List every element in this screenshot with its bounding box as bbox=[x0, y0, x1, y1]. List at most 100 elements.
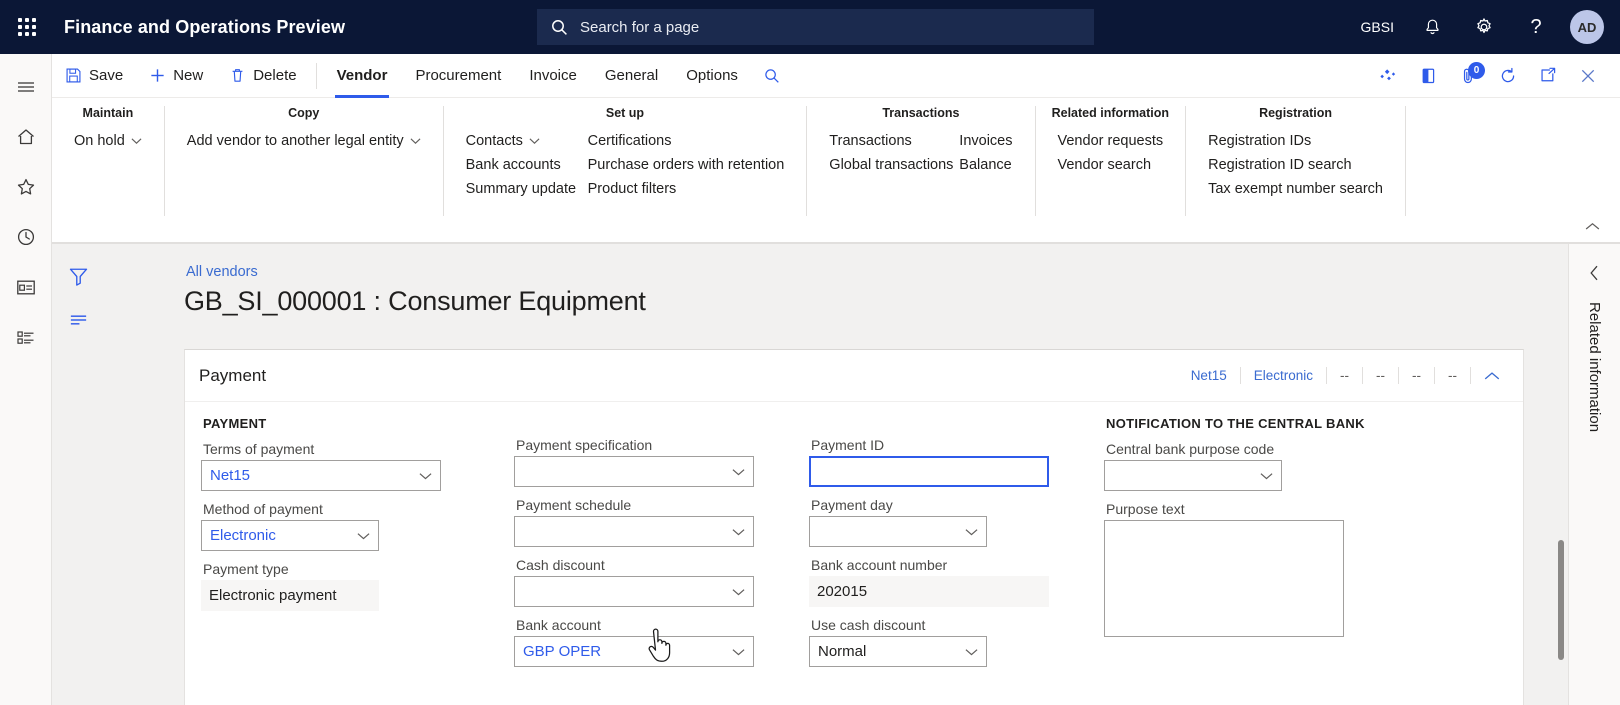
ribbon-item-contacts[interactable]: Contacts bbox=[458, 129, 580, 153]
global-search-input[interactable]: Search for a page bbox=[537, 9, 1094, 45]
ribbon-group-related-information: Related information Vendor requests Vend… bbox=[1036, 106, 1187, 216]
ribbon-item-vendor-search[interactable]: Vendor search bbox=[1050, 153, 1172, 177]
summary-terms-of-payment[interactable]: Net15 bbox=[1178, 367, 1241, 384]
office-icon[interactable] bbox=[1408, 54, 1448, 98]
chevron-down-icon bbox=[131, 138, 142, 144]
gear-icon[interactable] bbox=[1458, 0, 1510, 54]
open-in-new-window-icon[interactable] bbox=[1528, 54, 1568, 98]
payment-fasttab-summary: Net15 Electronic -- -- -- -- bbox=[1178, 361, 1507, 391]
ribbon-item-bank-accounts[interactable]: Bank accounts bbox=[458, 153, 580, 177]
question-mark-icon[interactable]: ? bbox=[1510, 0, 1562, 54]
use-cash-discount-combobox[interactable]: Normal bbox=[809, 636, 987, 667]
ribbon-item-product-filters[interactable]: Product filters bbox=[580, 177, 793, 201]
field-label: Terms of payment bbox=[203, 441, 315, 457]
ribbon-group-set-up: Set up Contacts Bank accounts Summary up… bbox=[444, 106, 808, 216]
ribbon-group-registration: Registration Registration IDs Registrati… bbox=[1186, 106, 1406, 216]
payment-day-combobox[interactable] bbox=[809, 516, 987, 547]
payment-schedule-combobox[interactable] bbox=[514, 516, 754, 547]
ribbon-item-summary-update[interactable]: Summary update bbox=[458, 177, 580, 201]
ribbon-group-title: Registration bbox=[1259, 106, 1333, 120]
chevron-down-icon bbox=[732, 583, 745, 600]
ribbon-item-label: Add vendor to another legal entity bbox=[186, 133, 404, 149]
ribbon-item-registration-ids[interactable]: Registration IDs bbox=[1200, 129, 1391, 153]
close-icon[interactable] bbox=[1568, 54, 1608, 98]
avatar[interactable]: AD bbox=[1570, 10, 1604, 44]
field-value: Normal bbox=[818, 643, 867, 660]
attachments-icon[interactable]: 0 bbox=[1448, 54, 1488, 98]
top-navigation-bar: Finance and Operations Preview Search fo… bbox=[0, 0, 1620, 54]
topbar-actions: GBSI ? AD bbox=[1349, 0, 1620, 54]
central-bank-purpose-code-combobox[interactable] bbox=[1104, 460, 1282, 491]
ribbon-item-purchase-orders-with-retention[interactable]: Purchase orders with retention bbox=[580, 153, 793, 177]
save-button[interactable]: Save bbox=[52, 54, 136, 98]
method-of-payment-combobox[interactable]: Electronic bbox=[201, 520, 379, 551]
bell-icon[interactable] bbox=[1406, 0, 1458, 54]
related-information-label[interactable]: Related information bbox=[1586, 302, 1603, 432]
delete-button[interactable]: Delete bbox=[216, 54, 309, 98]
tab-options[interactable]: Options bbox=[672, 54, 752, 98]
workspaces-icon[interactable] bbox=[0, 262, 52, 312]
ribbon-item-transactions[interactable]: Transactions bbox=[821, 129, 951, 153]
tab-general[interactable]: General bbox=[591, 54, 672, 98]
ribbon-item-add-vendor-to-another-legal-entity[interactable]: Add vendor to another legal entity bbox=[179, 129, 429, 153]
power-bi-icon[interactable] bbox=[1368, 54, 1408, 98]
payment-fasttab-header[interactable]: Payment Net15 Electronic -- -- -- -- bbox=[185, 350, 1523, 402]
ribbon-item-invoices[interactable]: Invoices bbox=[951, 129, 1020, 153]
tab-invoice[interactable]: Invoice bbox=[515, 54, 591, 98]
command-search-icon[interactable] bbox=[752, 54, 792, 98]
tab-vendor[interactable]: Vendor bbox=[323, 54, 402, 98]
clock-icon[interactable] bbox=[0, 212, 52, 262]
new-button[interactable]: New bbox=[136, 54, 216, 98]
workspace-side-rail bbox=[52, 244, 104, 705]
app-launcher-icon[interactable] bbox=[0, 0, 54, 54]
ribbon-item-global-transactions[interactable]: Global transactions bbox=[821, 153, 953, 177]
ribbon-item-balance[interactable]: Balance bbox=[951, 153, 1020, 177]
cash-discount-combobox[interactable] bbox=[514, 576, 754, 607]
list-lines-icon[interactable] bbox=[60, 304, 96, 336]
payment-specification-combobox[interactable] bbox=[514, 456, 754, 487]
ribbon-group-maintain: Maintain On hold bbox=[52, 106, 165, 216]
vertical-scrollbar[interactable] bbox=[1558, 540, 1564, 660]
central-bank-group-column: NOTIFICATION TO THE CENTRAL BANK Central… bbox=[1088, 416, 1388, 677]
summary-method-of-payment[interactable]: Electronic bbox=[1241, 367, 1327, 384]
ribbon-item-tax-exempt-number-search[interactable]: Tax exempt number search bbox=[1200, 177, 1391, 201]
ribbon-item-certifications[interactable]: Certifications bbox=[580, 129, 793, 153]
star-icon[interactable] bbox=[0, 162, 52, 212]
tab-procurement[interactable]: Procurement bbox=[401, 54, 515, 98]
ribbon-item-vendor-requests[interactable]: Vendor requests bbox=[1050, 129, 1172, 153]
field-bank-account-number: Bank account number 202015 bbox=[809, 557, 1072, 607]
bank-account-combobox[interactable]: GBP OPER bbox=[514, 636, 754, 667]
field-payment-day: Payment day bbox=[809, 497, 1072, 547]
field-use-cash-discount: Use cash discount Normal bbox=[809, 617, 1072, 667]
hamburger-menu-icon[interactable] bbox=[0, 62, 52, 112]
expand-related-information-button[interactable] bbox=[1580, 258, 1610, 288]
field-purpose-text: Purpose text bbox=[1104, 501, 1372, 637]
ribbon-item-registration-id-search[interactable]: Registration ID search bbox=[1200, 153, 1391, 177]
field-value: GBP OPER bbox=[523, 643, 602, 660]
ribbon-item-on-hold[interactable]: On hold bbox=[66, 129, 150, 153]
field-value: Electronic payment bbox=[209, 587, 337, 604]
chevron-down-icon bbox=[732, 643, 745, 660]
command-separator bbox=[315, 62, 317, 89]
ribbon-group-title: Transactions bbox=[882, 106, 960, 120]
collapse-payment-fasttab-button[interactable] bbox=[1477, 361, 1507, 391]
modules-list-icon[interactable] bbox=[0, 312, 52, 362]
filter-icon[interactable] bbox=[60, 260, 96, 292]
home-icon[interactable] bbox=[0, 112, 52, 162]
field-label: Cash discount bbox=[516, 557, 605, 573]
app-title: Finance and Operations Preview bbox=[64, 16, 346, 37]
refresh-icon[interactable] bbox=[1488, 54, 1528, 98]
terms-of-payment-combobox[interactable]: Net15 bbox=[201, 460, 441, 491]
collapse-ribbon-button[interactable] bbox=[1578, 214, 1606, 238]
field-payment-specification: Payment specification bbox=[514, 437, 777, 487]
new-label: New bbox=[173, 67, 204, 84]
field-label: Bank account number bbox=[811, 557, 948, 573]
left-navigation-rail bbox=[0, 54, 52, 705]
purpose-text-textarea[interactable] bbox=[1104, 520, 1344, 637]
payment-id-input[interactable] bbox=[809, 456, 1049, 487]
action-pane-ribbon: Maintain On hold Copy Add vendor to anot… bbox=[52, 98, 1620, 243]
chevron-down-icon bbox=[357, 527, 370, 544]
breadcrumb[interactable]: All vendors bbox=[186, 264, 258, 280]
company-selector[interactable]: GBSI bbox=[1349, 0, 1406, 54]
